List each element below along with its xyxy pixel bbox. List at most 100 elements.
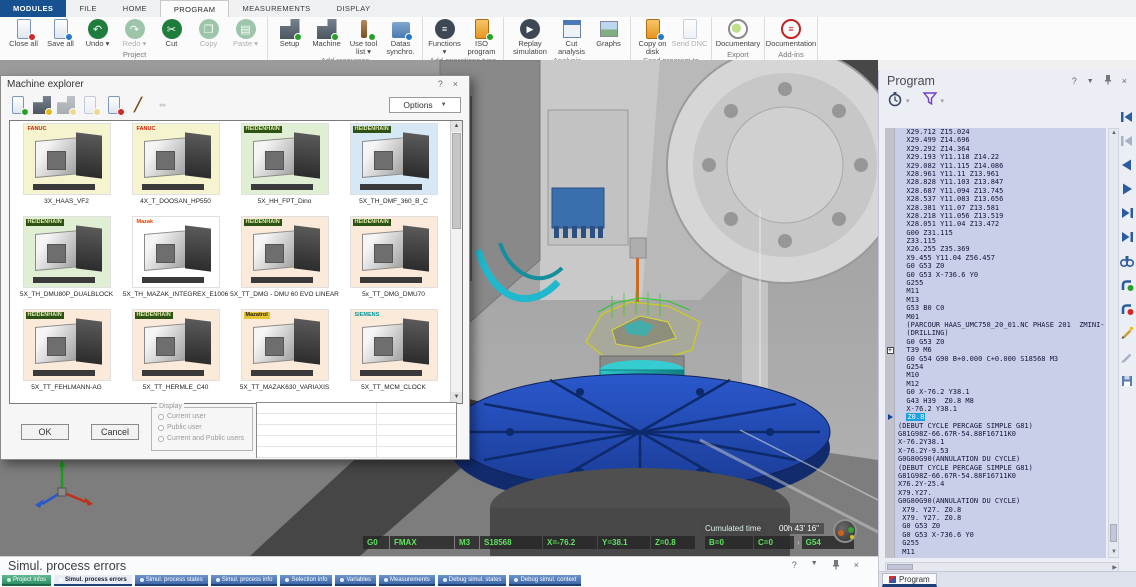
gcode-line[interactable]: G0 G53 Z0 bbox=[885, 522, 1106, 530]
machine-button[interactable]: Machine bbox=[308, 18, 345, 56]
tab-program[interactable]: Program bbox=[882, 573, 937, 587]
jog-controller-icon[interactable] bbox=[833, 519, 857, 543]
documentary-button[interactable]: Documentary bbox=[715, 18, 761, 50]
play-forward-icon[interactable] bbox=[1120, 182, 1134, 196]
gcode-line[interactable]: M11 bbox=[885, 548, 1106, 556]
gcode-line[interactable]: G81G98Z-66.67R-54.88F16711K0 bbox=[885, 472, 1106, 480]
gcode-line[interactable]: M12 bbox=[885, 380, 1106, 388]
help-icon[interactable]: ? bbox=[433, 79, 448, 89]
gcode-line[interactable]: M10 bbox=[885, 371, 1106, 379]
delete-doc-icon[interactable] bbox=[105, 96, 123, 114]
save-icon[interactable] bbox=[1120, 374, 1134, 388]
gcode-line[interactable]: G00 Z31.115 bbox=[885, 229, 1106, 237]
gcode-line[interactable]: X28.687 Y11.094 Z13.745 bbox=[885, 187, 1106, 195]
search-icon[interactable] bbox=[1120, 254, 1134, 268]
ribbon-tab-display[interactable]: DISPLAY bbox=[324, 0, 384, 17]
timer-icon[interactable] bbox=[887, 91, 903, 112]
radio-public-user[interactable]: Public user bbox=[158, 422, 248, 433]
pin-icon[interactable] bbox=[827, 560, 845, 572]
gcode-line[interactable]: G0 G53 X-736.6 Y0 bbox=[885, 531, 1106, 539]
bottom-tab-variables[interactable]: Variables bbox=[335, 575, 376, 586]
bottom-tab-project-infos[interactable]: Project infos bbox=[2, 575, 51, 586]
scroll-down-icon[interactable]: ▼ bbox=[1111, 548, 1117, 557]
edit-auto-icon[interactable] bbox=[1120, 326, 1134, 340]
add-breakpoint-icon[interactable] bbox=[1120, 278, 1134, 292]
gcode-line[interactable]: Z0.8 bbox=[885, 413, 1106, 421]
go-next-breakpoint-icon[interactable] bbox=[1120, 206, 1134, 220]
machine-properties-table[interactable] bbox=[256, 402, 457, 458]
gcode-line[interactable]: G0G80G90(ANNULATION DU CYCLE) bbox=[885, 497, 1106, 505]
machine-card-4x-t-doosan-hp550[interactable]: FANUC4X_T_DOOSAN_HP550 bbox=[121, 123, 230, 216]
copy-on-disk-button[interactable]: Copy on disk bbox=[634, 18, 671, 56]
bottom-tab-selection-info[interactable]: Selection info bbox=[280, 575, 332, 586]
functions-button[interactable]: ≡Functions ▾ bbox=[426, 18, 463, 56]
ribbon-tab-program[interactable]: PROGRAM bbox=[160, 0, 230, 17]
scroll-up-icon[interactable]: ▲ bbox=[1111, 129, 1117, 138]
bottom-tab-debug-simul-states[interactable]: Debug simul. states bbox=[438, 575, 507, 586]
gcode-line[interactable]: G53 B0 C0 bbox=[885, 304, 1106, 312]
new-machine-doc-icon[interactable] bbox=[9, 96, 27, 114]
datas-synchro-button[interactable]: Datas synchro. bbox=[382, 18, 419, 56]
gcode-line[interactable]: M01 bbox=[885, 313, 1106, 321]
ok-button[interactable]: OK bbox=[21, 424, 69, 440]
bottom-tab-simul-process-info[interactable]: Simul. process info bbox=[211, 575, 278, 586]
remove-breakpoint-icon[interactable] bbox=[1120, 302, 1134, 316]
pin-icon[interactable] bbox=[1099, 75, 1117, 87]
cancel-button[interactable]: Cancel bbox=[91, 424, 139, 440]
ribbon-tab-modules[interactable]: MODULES bbox=[0, 0, 66, 17]
gcode-line[interactable]: X79.Y27. bbox=[885, 489, 1106, 497]
go-first-icon[interactable] bbox=[1120, 110, 1134, 124]
gcode-line[interactable]: G255 bbox=[885, 539, 1106, 547]
gcode-line[interactable]: X29.712 Z15.024 bbox=[885, 128, 1106, 136]
help-icon[interactable]: ? bbox=[1067, 76, 1082, 86]
close-icon[interactable]: × bbox=[1117, 76, 1132, 86]
machine-card-5x-tt-dmg-dmu70[interactable]: HEIDENHAIN5x_TT_DMG_DMU70 bbox=[339, 216, 448, 309]
gcode-line[interactable]: X28.051 Y11.04 Z13.472 bbox=[885, 220, 1106, 228]
gcode-line[interactable]: X29.499 Z14.696 bbox=[885, 136, 1106, 144]
gcode-line[interactable]: X-76.2Y38.1 bbox=[885, 438, 1106, 446]
gcode-line[interactable]: G0 G53 Z0 bbox=[885, 262, 1106, 270]
machine-card-5x-tt-dmg-dmu-60-evo-linear[interactable]: HEIDENHAIN5X_TT_DMG - DMU 60 EVO LINEAR bbox=[230, 216, 339, 309]
gcode-line[interactable]: G0 X-76.2 Y38.1 bbox=[885, 388, 1106, 396]
gcode-line[interactable]: X29.193 Y11.118 Z14.22 bbox=[885, 153, 1106, 161]
gcode-line[interactable]: G254 bbox=[885, 363, 1106, 371]
machine-card-5x-th-mazak-integrex-e1006[interactable]: Mazak5X_TH_MAZAK_INTEGREX_E1006 bbox=[121, 216, 230, 309]
gcode-line[interactable]: G0G80G90(ANNULATION DU CYCLE) bbox=[885, 455, 1106, 463]
gcode-listing[interactable]: X29.712 Z15.024 X29.499 Z14.696 X29.292 … bbox=[885, 128, 1106, 558]
wizard-icon[interactable]: ╱ bbox=[129, 96, 147, 114]
gcode-line[interactable]: X28.828 Y11.103 Z13.847 bbox=[885, 178, 1106, 186]
help-icon[interactable]: ? bbox=[787, 560, 802, 572]
ribbon-tab-home[interactable]: HOME bbox=[110, 0, 160, 17]
gcode-line[interactable]: X9.455 Y11.04 Z56.457 bbox=[885, 254, 1106, 262]
panel-menu-icon[interactable]: ▼ bbox=[806, 560, 823, 572]
close-icon[interactable]: × bbox=[849, 560, 864, 572]
use-tool-list-button[interactable]: Use tool list ▾ bbox=[345, 18, 382, 56]
cut-button[interactable]: ✂Cut bbox=[153, 18, 190, 50]
gcode-line[interactable]: G0 G53 X-736.6 Y0 bbox=[885, 271, 1106, 279]
close-icon[interactable]: × bbox=[448, 79, 463, 89]
bottom-tab-simul-process-errors[interactable]: Simul. process errors bbox=[54, 575, 132, 586]
machine-card-5x-tt-mcm-clock[interactable]: SIEMENS5X_TT_MCM_CLOCK bbox=[339, 309, 448, 402]
replay-simulation-button[interactable]: ▶Replay simulation bbox=[507, 18, 553, 56]
dialog-title-bar[interactable]: Machine explorer ? × bbox=[1, 76, 469, 92]
scrollbar-thumb[interactable] bbox=[452, 133, 461, 229]
gcode-line[interactable]: G0 G54 G90 B+0.000 C+0.000 S18568 M3 bbox=[885, 355, 1106, 363]
machine-card-5x-tt-fehlmann-ag[interactable]: HEIDENHAIN5X_TT_FEHLMANN-AG bbox=[12, 309, 121, 402]
scroll-up-icon[interactable]: ▲ bbox=[451, 121, 462, 132]
undo-button[interactable]: ↶Undo ▾ bbox=[79, 18, 116, 50]
graphs-button[interactable]: Graphs bbox=[590, 18, 627, 56]
ribbon-tab-file[interactable]: FILE bbox=[66, 0, 109, 17]
gcode-line[interactable]: X79. Y27. Z0.8 bbox=[885, 514, 1106, 522]
panel-menu-icon[interactable]: ▼ bbox=[1082, 78, 1099, 85]
iso-program-button[interactable]: ISO program bbox=[463, 18, 500, 56]
filter-menu-icon[interactable]: ▾ bbox=[941, 97, 945, 105]
gcode-line[interactable]: X28.218 Y11.056 Z13.519 bbox=[885, 212, 1106, 220]
radio-current-and-public-users[interactable]: Current and Public users bbox=[158, 433, 248, 444]
gcode-line[interactable]: X-76.2 Y38.1 bbox=[885, 405, 1106, 413]
gcode-line[interactable]: X28.537 Y11.083 Z13.656 bbox=[885, 195, 1106, 203]
gcode-line[interactable]: + T39 M6 bbox=[885, 346, 1106, 354]
machine-card-5x-th-dmf-360-b-c[interactable]: HEIDENHAIN5X_TH_DMF_360_B_C bbox=[339, 123, 448, 216]
gcode-line[interactable]: (PARCOUR HAAS_UMC750_20_01.NC PHASE 201 … bbox=[885, 321, 1106, 329]
bottom-tab-debug-simul-context[interactable]: Debug simul. context bbox=[509, 575, 581, 586]
gcode-line[interactable]: X-76.2Y-9.53 bbox=[885, 447, 1106, 455]
